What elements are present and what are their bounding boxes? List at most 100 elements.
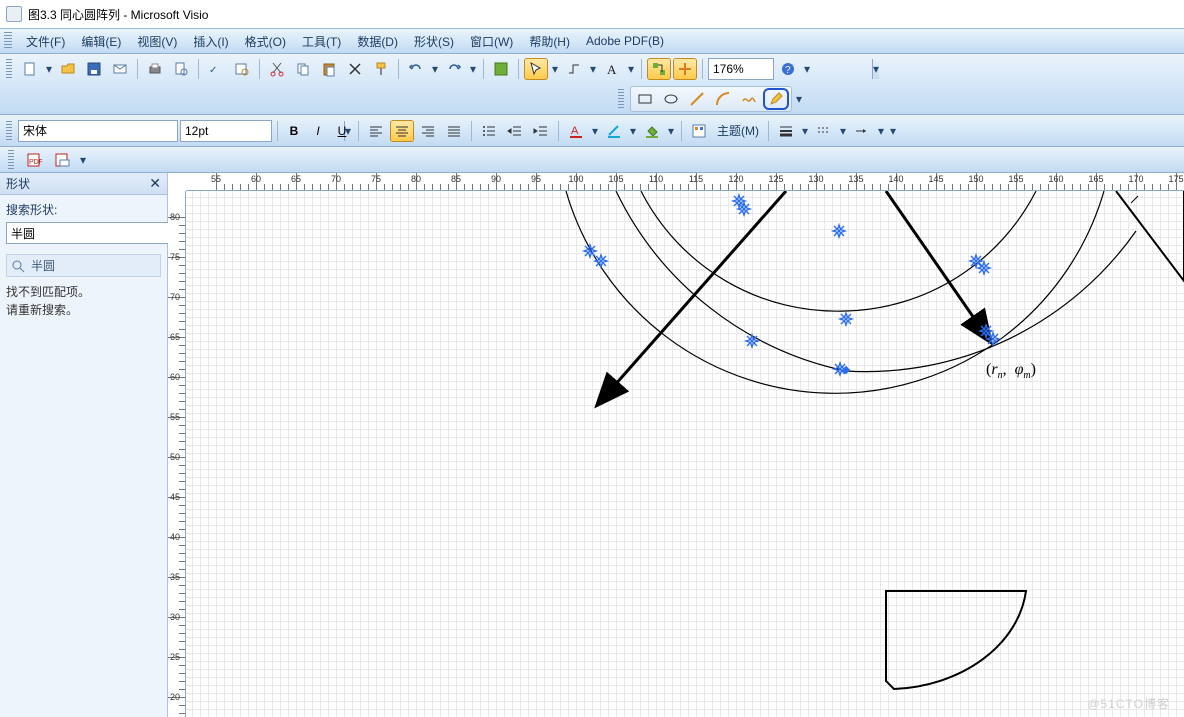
format-overflow[interactable]: ▾: [888, 124, 898, 138]
font-color-icon: A: [568, 123, 584, 139]
grip-icon: [618, 89, 624, 109]
close dclose-shapes-pane-button[interactable]: ✕: [149, 175, 161, 192]
delete-button[interactable]: [343, 58, 367, 80]
line-color-button[interactable]: [602, 120, 626, 142]
pointer-tool-button[interactable]: [524, 58, 548, 80]
font-color-button[interactable]: A: [564, 120, 588, 142]
app-icon: [6, 6, 22, 22]
pdf-overflow[interactable]: ▾: [78, 153, 88, 167]
text-tool-button[interactable]: A: [600, 58, 624, 80]
search-result-header[interactable]: 半圆: [6, 254, 161, 277]
cut-button[interactable]: [265, 58, 289, 80]
toolbar-overflow[interactable]: ▾: [802, 62, 812, 76]
copy-icon: [295, 61, 311, 77]
themes-button[interactable]: [687, 120, 711, 142]
bold-button[interactable]: B: [283, 120, 305, 142]
email-button[interactable]: [108, 58, 132, 80]
line-ends-dropdown[interactable]: ▾: [876, 124, 886, 138]
new-button[interactable]: [18, 58, 42, 80]
grip-icon: [6, 59, 12, 79]
align-justify-button[interactable]: [442, 120, 466, 142]
window-title: 图3.3 同心圆阵列 - Microsoft Visio: [28, 6, 208, 23]
line-color-dropdown[interactable]: ▾: [628, 124, 638, 138]
undo-dropdown[interactable]: ▾: [430, 62, 440, 76]
copy-button[interactable]: [291, 58, 315, 80]
menu-tools[interactable]: 工具(T): [294, 31, 349, 52]
bullets-button[interactable]: [477, 120, 501, 142]
decrease-indent-button[interactable]: [503, 120, 527, 142]
undo-button[interactable]: [404, 58, 428, 80]
delete-icon: [347, 61, 363, 77]
research-icon: [234, 61, 250, 77]
menu-insert[interactable]: 插入(I): [185, 31, 236, 52]
pdf-export-mail-button[interactable]: [50, 149, 74, 171]
pencil-tool-button[interactable]: [763, 88, 789, 110]
autoconnect-button[interactable]: [647, 58, 671, 80]
menu-window[interactable]: 窗口(W): [462, 31, 521, 52]
freeform-tool-button[interactable]: [737, 88, 761, 110]
ellipse-tool-button[interactable]: [659, 88, 683, 110]
underline-button[interactable]: U: [331, 120, 353, 142]
font-input[interactable]: [19, 121, 182, 141]
svg-text:A: A: [607, 62, 617, 77]
connector-dropdown[interactable]: ▾: [588, 62, 598, 76]
drawing-tools-overflow[interactable]: ▾: [794, 92, 804, 106]
align-right-button[interactable]: [416, 120, 440, 142]
pointer-dropdown[interactable]: ▾: [550, 62, 560, 76]
line-tool-button[interactable]: [685, 88, 709, 110]
search-shapes-input[interactable]: [7, 223, 170, 243]
search-shapes-combo[interactable]: ▾: [6, 222, 187, 244]
new-dropdown[interactable]: ▾: [44, 62, 54, 76]
print-button[interactable]: [143, 58, 167, 80]
open-button[interactable]: [56, 58, 80, 80]
shapes-window-button[interactable]: [489, 58, 513, 80]
grip-icon: [8, 150, 14, 170]
redo-dropdown[interactable]: ▾: [468, 62, 478, 76]
menu-file[interactable]: 文件(F): [18, 31, 73, 52]
menu-edit[interactable]: 编辑(E): [73, 31, 129, 52]
menu-format[interactable]: 格式(O): [237, 31, 294, 52]
print-preview-button[interactable]: [169, 58, 193, 80]
grip-icon: [4, 32, 12, 50]
font-combo[interactable]: ▾: [18, 120, 178, 142]
format-painter-button[interactable]: [369, 58, 393, 80]
menu-adobe-pdf[interactable]: Adobe PDF(B): [578, 32, 672, 50]
spelling-button[interactable]: ✓: [204, 58, 228, 80]
increase-indent-button[interactable]: [529, 120, 553, 142]
save-button[interactable]: [82, 58, 106, 80]
coordinate-label: (rn, φm): [986, 361, 1036, 381]
menu-help[interactable]: 帮助(H): [521, 31, 578, 52]
rectangle-tool-button[interactable]: [633, 88, 657, 110]
line-ends-button[interactable]: [850, 120, 874, 142]
themes-label[interactable]: 主题(M): [713, 122, 763, 139]
redo-button[interactable]: [442, 58, 466, 80]
arc-tool-button[interactable]: [711, 88, 735, 110]
italic-button[interactable]: I: [307, 120, 329, 142]
line-weight-dropdown[interactable]: ▾: [800, 124, 810, 138]
menu-data[interactable]: 数据(D): [349, 31, 406, 52]
help-button[interactable]: ?: [776, 58, 800, 80]
menu-shape[interactable]: 形状(S): [406, 31, 462, 52]
zoom-dropdown[interactable]: ▾: [872, 59, 879, 79]
connector-tool-button[interactable]: [562, 58, 586, 80]
no-match-line2: 请重新搜索。: [6, 301, 161, 319]
paste-button[interactable]: [317, 58, 341, 80]
align-left-button[interactable]: [364, 120, 388, 142]
pdf-icon: PDF: [26, 152, 42, 168]
pdf-export-button[interactable]: PDF: [22, 149, 46, 171]
font-color-dropdown[interactable]: ▾: [590, 124, 600, 138]
dynamic-grid-button[interactable]: [673, 58, 697, 80]
line-weight-button[interactable]: [774, 120, 798, 142]
fill-color-dropdown[interactable]: ▾: [666, 124, 676, 138]
zoom-combo[interactable]: ▾: [708, 58, 774, 80]
menu-view[interactable]: 视图(V): [129, 31, 185, 52]
align-center-button[interactable]: [390, 120, 414, 142]
research-button[interactable]: [230, 58, 254, 80]
font-size-combo[interactable]: ▾: [180, 120, 272, 142]
drawing-canvas[interactable]: (rn, φm) @51CTO博客: [186, 191, 1184, 717]
standard-toolbar: ▾ ✓ ▾ ▾ ▾ ▾ A ▾ ▾ ? ▾: [0, 54, 1184, 84]
text-dropdown[interactable]: ▾: [626, 62, 636, 76]
fill-color-button[interactable]: [640, 120, 664, 142]
line-pattern-button[interactable]: [812, 120, 836, 142]
line-pattern-dropdown[interactable]: ▾: [838, 124, 848, 138]
